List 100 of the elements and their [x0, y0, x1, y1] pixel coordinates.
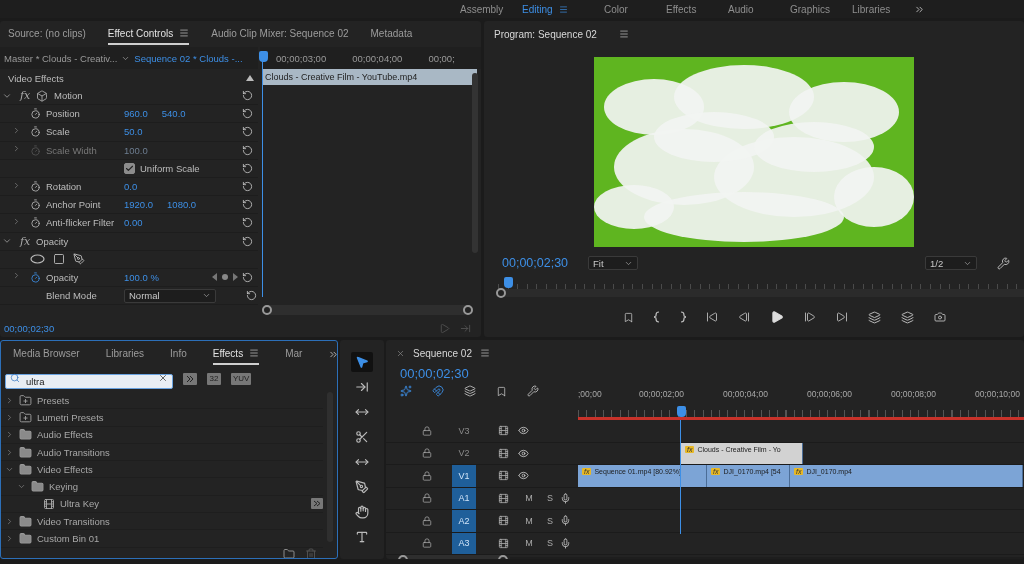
solo-toggle[interactable]: S — [540, 515, 560, 526]
zoom-handle[interactable] — [496, 288, 506, 298]
timecode[interactable]: 00;00;02;30 — [400, 366, 568, 381]
playhead-handle[interactable] — [677, 406, 686, 417]
eye-icon[interactable] — [518, 425, 529, 437]
stopwatch-icon[interactable] — [30, 181, 41, 193]
stopwatch-icon[interactable] — [30, 217, 41, 229]
workspace-tab[interactable]: Audio — [728, 3, 790, 15]
mute-toggle[interactable]: M — [518, 515, 540, 526]
chevron-icon[interactable] — [12, 216, 21, 226]
workspace-tab[interactable]: Graphics — [790, 3, 852, 15]
lock-icon[interactable] — [422, 538, 432, 549]
mute-toggle[interactable]: M — [518, 538, 540, 549]
lock-icon[interactable] — [422, 448, 432, 459]
collapse-arrow-icon[interactable] — [246, 75, 254, 81]
marker-icon[interactable] — [622, 311, 634, 323]
panel-tab[interactable]: Source: (no clips) — [8, 23, 86, 45]
stopwatch-icon[interactable] — [30, 126, 41, 138]
reset-icon[interactable] — [242, 235, 253, 247]
select-tool[interactable] — [351, 352, 373, 372]
clear-icon[interactable] — [158, 373, 168, 383]
eye-icon[interactable] — [518, 447, 529, 459]
microphone-icon[interactable] — [560, 492, 571, 504]
property-value[interactable]: 1920.0 — [124, 199, 154, 211]
settings-icon[interactable] — [527, 385, 539, 397]
pen-mask-icon[interactable] — [73, 253, 85, 266]
property-value[interactable]: 540.0 — [161, 108, 186, 120]
rectangle-mask-icon[interactable] — [53, 253, 65, 266]
panel-tab[interactable]: Mar — [285, 343, 303, 365]
workspace-tab[interactable]: Editing — [522, 3, 604, 15]
play-icon[interactable] — [769, 310, 784, 324]
reset-icon[interactable] — [246, 290, 257, 302]
panel-tab[interactable]: Effects — [212, 343, 260, 365]
property-value[interactable]: 1080.0 — [167, 199, 197, 211]
reset-icon[interactable] — [242, 108, 253, 120]
lock-icon[interactable] — [422, 470, 432, 481]
search-field[interactable]: ultra — [5, 374, 173, 389]
step-forward-icon[interactable] — [803, 311, 816, 323]
clip-bar[interactable]: Clouds - Creative Film - YouTube.mp4 — [262, 69, 477, 85]
mark-in-icon[interactable] — [653, 311, 660, 323]
menu-icon[interactable] — [618, 29, 629, 39]
zoom-scrollbar[interactable] — [262, 305, 473, 315]
reset-icon[interactable] — [242, 217, 253, 229]
menu-icon[interactable] — [479, 348, 490, 358]
tree-item[interactable]: Audio Transitions — [37, 446, 110, 458]
panel-tab[interactable]: Libraries — [105, 343, 145, 365]
timecode[interactable]: 00;00;02;30 — [502, 256, 569, 270]
tree-item[interactable]: Custom Bin 01 — [37, 533, 100, 544]
snap-icon[interactable] — [432, 385, 444, 397]
mark-out-icon[interactable] — [679, 311, 686, 323]
reset-icon[interactable] — [242, 271, 253, 283]
tree-item[interactable]: Presets — [37, 394, 70, 406]
playhead-handle[interactable] — [259, 51, 268, 62]
accelerated-filter-icon[interactable] — [183, 372, 197, 385]
panel-tab[interactable]: Metadata — [370, 23, 413, 45]
sequence-clip-label[interactable]: Sequence 02 * Clouds -... — [134, 52, 243, 64]
tree-item[interactable]: Video Effects — [37, 463, 93, 475]
workspace-tab[interactable]: Color — [604, 3, 666, 15]
tree-item[interactable]: Keying — [49, 481, 79, 493]
property-value[interactable]: 960.0 — [124, 108, 148, 120]
track-target[interactable]: V3 — [452, 420, 476, 442]
workspace-tab[interactable]: Libraries — [852, 3, 914, 15]
chevron-icon[interactable] — [12, 271, 21, 281]
go-to-in-icon[interactable] — [705, 311, 718, 323]
property-value[interactable]: 0.00 — [124, 217, 143, 229]
filter-button[interactable]: 32 — [207, 372, 221, 385]
go-to-out-icon[interactable] — [835, 311, 848, 323]
stopwatch-icon[interactable] — [30, 271, 41, 283]
reset-icon[interactable] — [242, 126, 253, 138]
track-target[interactable]: A2 — [452, 510, 476, 532]
panel-tab[interactable]: Audio Clip Mixer: Sequence 02 — [211, 23, 349, 45]
close-icon[interactable] — [396, 348, 405, 358]
settings-icon[interactable] — [997, 256, 1010, 270]
zoom-dropdown[interactable]: Fit — [588, 256, 639, 270]
lock-icon[interactable] — [422, 493, 432, 504]
chevron-icon[interactable] — [12, 180, 21, 190]
tree-item[interactable]: Audio Effects — [37, 429, 93, 441]
playhead-handle[interactable] — [504, 277, 513, 288]
ellipse-mask-icon[interactable] — [30, 254, 45, 265]
scrollbar[interactable] — [472, 73, 478, 253]
panel-tab[interactable]: Effect Controls — [107, 23, 190, 45]
track-target[interactable]: V2 — [452, 442, 476, 464]
tree-item[interactable]: Video Transitions — [37, 515, 110, 527]
tree-item[interactable]: Ultra Key — [60, 498, 100, 510]
resolution-dropdown[interactable]: 1/2 — [925, 256, 977, 270]
eye-icon[interactable] — [518, 470, 529, 482]
lock-icon[interactable] — [422, 515, 432, 526]
track-target[interactable]: A1 — [452, 487, 476, 509]
microphone-icon[interactable] — [560, 537, 571, 549]
marker-icon[interactable] — [496, 385, 507, 397]
panel-tab[interactable]: Media Browser — [13, 343, 80, 365]
camera-icon[interactable] — [933, 311, 946, 323]
filter-button[interactable]: YUV — [231, 372, 252, 385]
property-value[interactable]: 0.0 — [124, 181, 138, 193]
blend-mode-dropdown[interactable]: Normal — [124, 288, 216, 303]
tree-item[interactable]: Lumetri Presets — [37, 411, 104, 423]
checkbox[interactable] — [124, 162, 135, 174]
solo-toggle[interactable]: S — [540, 493, 560, 504]
property-value[interactable]: 100.0 % — [124, 271, 159, 283]
property-value[interactable]: 50.0 — [124, 126, 143, 138]
